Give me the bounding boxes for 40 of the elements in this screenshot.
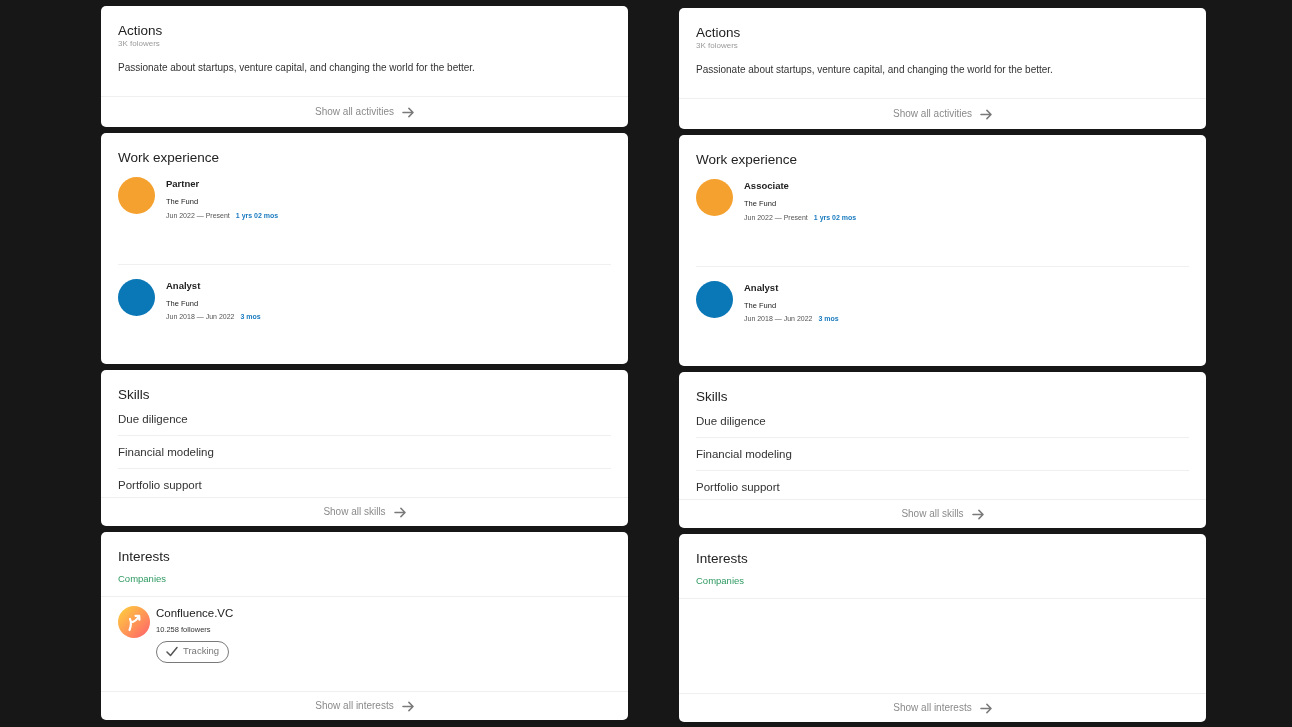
check-icon: [166, 646, 178, 657]
show-all-link[interactable]: Show all interests: [893, 701, 992, 715]
bio-text: Passionate about startups, venture capital, and changing the world for the better.: [696, 63, 1054, 77]
arrow-icon: [979, 702, 992, 714]
card-title: Actions: [118, 23, 164, 39]
skill-item: Portfolio support: [696, 470, 1189, 499]
arrow-icon: [979, 108, 992, 120]
skill-item: Due diligence: [696, 414, 767, 429]
show-all-link[interactable]: Show all skills: [901, 507, 984, 521]
tracking-button[interactable]: Tracking: [156, 640, 230, 663]
show-all-link[interactable]: Show all interests: [315, 699, 414, 713]
card-title: Actions: [696, 25, 742, 41]
followers-count: 3K folowers: [118, 39, 161, 49]
card-title: Interests: [696, 551, 749, 567]
arrow-icon: [393, 506, 406, 518]
tab[interactable]: Companies: [118, 572, 167, 586]
card-title: Interests: [118, 549, 171, 565]
bio-text: Passionate about startups, venture capital, and changing the world for the better.: [118, 61, 476, 75]
show-all-link[interactable]: Show all activities: [893, 107, 992, 121]
company-logo-icon: [118, 606, 150, 638]
job-title: Partner: [166, 177, 201, 191]
card-title: Skills: [118, 387, 151, 403]
arrow-icon: [401, 106, 414, 118]
company-name: Confluence.VC: [156, 606, 234, 621]
show-all-link[interactable]: Show all activities: [315, 105, 414, 119]
tab[interactable]: Companies: [696, 574, 745, 588]
card-title: Skills: [696, 389, 729, 405]
followers-count: 3K folowers: [696, 41, 739, 51]
job-title: Analyst: [166, 278, 202, 293]
arrow-icon: [401, 700, 414, 712]
card-title: Work experience: [118, 150, 221, 166]
skill-item: Due diligence: [118, 412, 189, 427]
job-title: Analyst: [744, 280, 780, 295]
skill-item: Financial modeling: [118, 435, 611, 468]
card-title: Work experience: [696, 152, 799, 168]
skill-item: Portfolio support: [118, 468, 611, 497]
job-title: Associate: [744, 179, 790, 193]
show-all-link[interactable]: Show all skills: [323, 505, 406, 519]
arrow-icon: [971, 508, 984, 520]
skill-item: Financial modeling: [696, 437, 1189, 470]
